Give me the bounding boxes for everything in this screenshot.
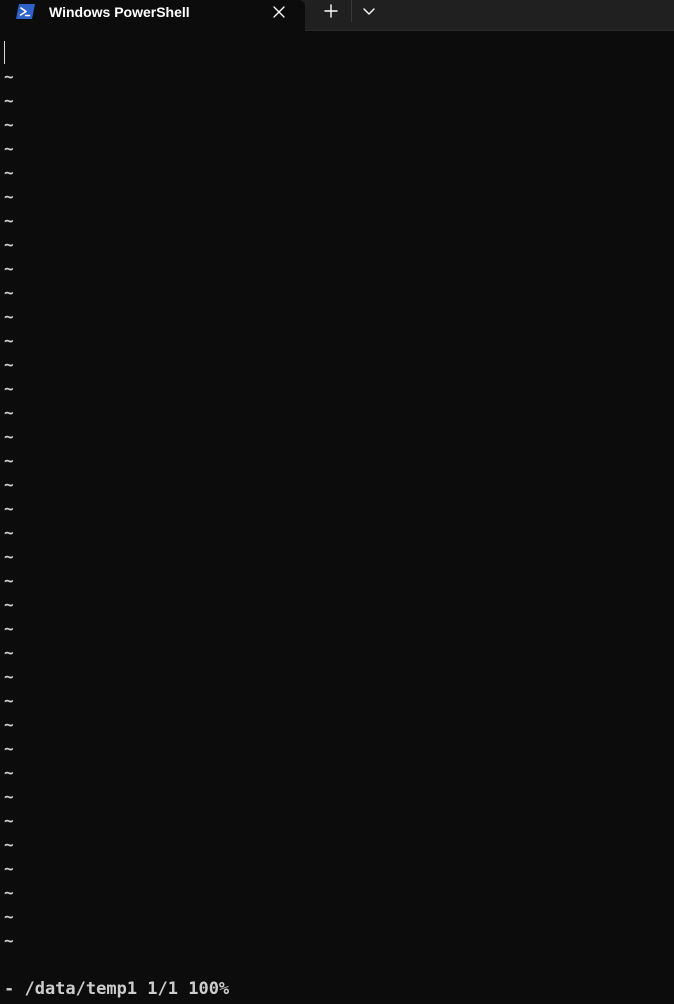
empty-line-marker: ~ bbox=[4, 163, 14, 182]
empty-line-marker: ~ bbox=[4, 307, 14, 326]
empty-line-marker: ~ bbox=[4, 259, 14, 278]
tab-bar: Windows PowerShell bbox=[0, 0, 674, 31]
empty-line-marker: ~ bbox=[4, 523, 14, 542]
empty-line-marker: ~ bbox=[4, 403, 14, 422]
empty-line-marker: ~ bbox=[4, 715, 14, 734]
empty-line-marker: ~ bbox=[4, 67, 14, 86]
empty-line-markers: ~ ~ ~ ~ ~ ~ ~ ~ ~ ~ ~ ~ ~ ~ ~ ~ ~ ~ ~ ~ ~ ~ ~ ~ ~ ~ ~ ~ ~ ~ ~ ~ ~ ~ ~ ~ ~ bbox=[4, 65, 14, 953]
empty-line-marker: ~ bbox=[4, 811, 14, 830]
empty-line-marker: ~ bbox=[4, 643, 14, 662]
empty-line-marker: ~ bbox=[4, 571, 14, 590]
empty-line-marker: ~ bbox=[4, 787, 14, 806]
plus-icon bbox=[324, 4, 338, 18]
empty-line-marker: ~ bbox=[4, 379, 14, 398]
empty-line-marker: ~ bbox=[4, 907, 14, 926]
empty-line-marker: ~ bbox=[4, 859, 14, 878]
empty-line-marker: ~ bbox=[4, 355, 14, 374]
empty-line-marker: ~ bbox=[4, 115, 14, 134]
new-tab-button[interactable] bbox=[318, 0, 344, 24]
empty-line-marker: ~ bbox=[4, 475, 14, 494]
empty-line-marker: ~ bbox=[4, 499, 14, 518]
empty-line-marker: ~ bbox=[4, 691, 14, 710]
profile-dropdown-button[interactable] bbox=[358, 0, 380, 24]
empty-line-marker: ~ bbox=[4, 451, 14, 470]
chevron-down-icon bbox=[363, 8, 375, 15]
vi-status-line: - /data/temp1 1/1 100% bbox=[4, 979, 230, 999]
empty-line-marker: ~ bbox=[4, 547, 14, 566]
empty-line-marker: ~ bbox=[4, 595, 14, 614]
tab-windows-powershell[interactable]: Windows PowerShell bbox=[0, 0, 305, 31]
empty-line-marker: ~ bbox=[4, 931, 14, 950]
empty-line-marker: ~ bbox=[4, 763, 14, 782]
empty-line-marker: ~ bbox=[4, 427, 14, 446]
terminal-window: Windows PowerShell ~ ~ ~ ~ ~ ~ ~ ~ ~ ~ ~ ~ ~ ~ ~ ~ ~ ~ ~ ~ bbox=[0, 0, 674, 1004]
empty-line-marker: ~ bbox=[4, 331, 14, 350]
empty-line-marker: ~ bbox=[4, 739, 14, 758]
empty-line-marker: ~ bbox=[4, 883, 14, 902]
empty-line-marker: ~ bbox=[4, 139, 14, 158]
tab-title: Windows PowerShell bbox=[49, 4, 190, 20]
text-cursor bbox=[4, 41, 5, 64]
empty-line-marker: ~ bbox=[4, 187, 14, 206]
close-icon[interactable] bbox=[269, 2, 289, 22]
empty-line-marker: ~ bbox=[4, 667, 14, 686]
empty-line-marker: ~ bbox=[4, 619, 14, 638]
empty-line-marker: ~ bbox=[4, 235, 14, 254]
empty-line-marker: ~ bbox=[4, 835, 14, 854]
tab-separator bbox=[351, 0, 352, 22]
empty-line-marker: ~ bbox=[4, 211, 14, 230]
terminal-content[interactable]: ~ ~ ~ ~ ~ ~ ~ ~ ~ ~ ~ ~ ~ ~ ~ ~ ~ ~ ~ ~ ~ ~ ~ ~ ~ ~ ~ ~ ~ ~ ~ ~ ~ ~ ~ ~ ~ - … bbox=[0, 31, 674, 1004]
powershell-icon bbox=[16, 3, 36, 20]
empty-line-marker: ~ bbox=[4, 283, 14, 302]
empty-line-marker: ~ bbox=[4, 91, 14, 110]
